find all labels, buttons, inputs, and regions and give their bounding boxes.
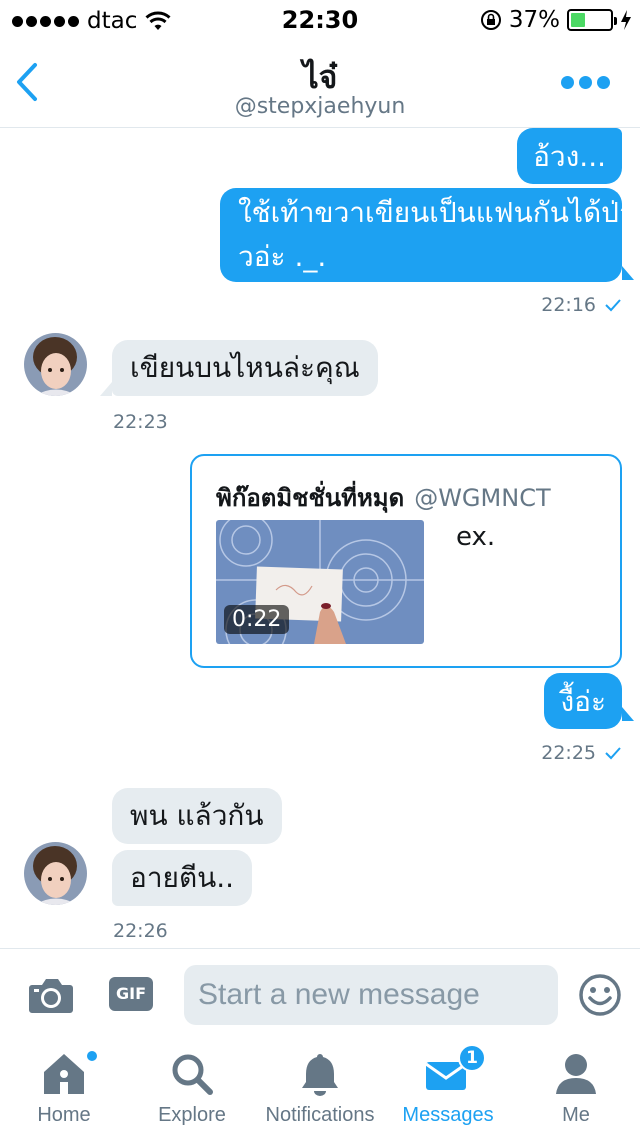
message-bubble-incoming[interactable]: พน แล้วกัน [112, 788, 282, 844]
message-composer: GIF [0, 948, 640, 1040]
tab-label: Notifications [265, 1104, 375, 1126]
tab-me[interactable]: Me [512, 1040, 640, 1136]
gif-button[interactable]: GIF [109, 977, 153, 1011]
emoji-icon[interactable] [578, 973, 622, 1017]
tab-label: Me [562, 1104, 590, 1126]
bell-icon [302, 1054, 338, 1096]
tab-messages[interactable]: 1 Messages [384, 1040, 512, 1136]
conversation-header: ไจ๋ @stepxjaehyun [0, 40, 640, 128]
bubble-tail [100, 382, 112, 396]
read-check-icon [605, 747, 621, 760]
tab-notifications[interactable]: Notifications [256, 1040, 384, 1136]
avatar[interactable] [24, 842, 87, 905]
message-text: อายตีน.. [130, 861, 235, 894]
message-input[interactable] [184, 965, 558, 1025]
message-text: เขียนบนไหนล่ะคุณ [130, 351, 360, 384]
charging-icon [621, 10, 631, 30]
message-timestamp: 22:25 [541, 742, 622, 764]
tab-bar: Home Explore Notifications 1 Messages Me [0, 1040, 640, 1136]
message-text: ใช้เท้าขวาเขียนเป็นแฟนกันได้ป่า [238, 196, 635, 229]
tweet-author-name: พิก๊อตมิชชั่นที่หมุด [216, 484, 405, 512]
video-duration: 0:22 [224, 605, 290, 634]
message-text: พน แล้วกัน [130, 799, 264, 832]
tab-label: Home [37, 1104, 91, 1126]
message-timestamp: 22:16 [541, 294, 622, 316]
conversation-handle: @stepxjaehyun [234, 94, 406, 119]
message-bubble-outgoing[interactable]: ใช้เท้าขวาเขียนเป็นแฟนกันได้ป่า วอ่ะ ._. [220, 188, 635, 282]
more-options-icon[interactable] [561, 76, 610, 89]
tab-home[interactable]: Home [0, 1040, 128, 1136]
search-icon [172, 1054, 213, 1095]
message-bubble-outgoing[interactable]: งื้อ่ะ [544, 673, 622, 729]
read-check-icon [605, 299, 621, 312]
person-icon [556, 1054, 596, 1094]
message-timestamp: 22:26 [113, 920, 168, 942]
message-text: งื้อ่ะ [560, 685, 606, 718]
message-count-badge: 1 [458, 1044, 486, 1072]
message-bubble-outgoing[interactable]: อ้วง... [517, 128, 622, 184]
message-text: อ้วง... [533, 140, 606, 173]
camera-icon[interactable] [28, 975, 74, 1015]
message-bubble-incoming[interactable]: เขียนบนไหนล่ะคุณ [112, 340, 378, 396]
tab-explore[interactable]: Explore [128, 1040, 256, 1136]
tweet-text: ex. [456, 522, 496, 552]
shared-tweet-card[interactable]: พิก๊อตมิชชั่นที่หมุด @WGMNCT 0:22 ex. [190, 454, 622, 668]
video-thumbnail[interactable]: 0:22 [216, 520, 424, 644]
home-icon [44, 1054, 84, 1094]
message-bubble-incoming[interactable]: อายตีน.. [112, 850, 253, 906]
bubble-tail [622, 266, 634, 280]
message-timestamp: 22:23 [113, 411, 168, 433]
tab-label: Messages [402, 1104, 494, 1126]
rotation-lock-icon [480, 10, 501, 30]
tweet-author-handle: @WGMNCT [414, 484, 551, 512]
message-text: วอ่ะ ._. [238, 240, 327, 273]
notification-dot [86, 1050, 98, 1062]
status-bar: dtac 22:30 37% [0, 0, 640, 40]
battery-percent: 37% [508, 7, 560, 33]
battery-icon [567, 9, 617, 31]
avatar[interactable] [24, 333, 87, 396]
bubble-tail [622, 707, 634, 721]
message-thread[interactable]: อ้วง... ใช้เท้าขวาเขียนเป็นแฟนกันได้ป่า … [0, 128, 640, 948]
tab-label: Explore [158, 1104, 226, 1126]
